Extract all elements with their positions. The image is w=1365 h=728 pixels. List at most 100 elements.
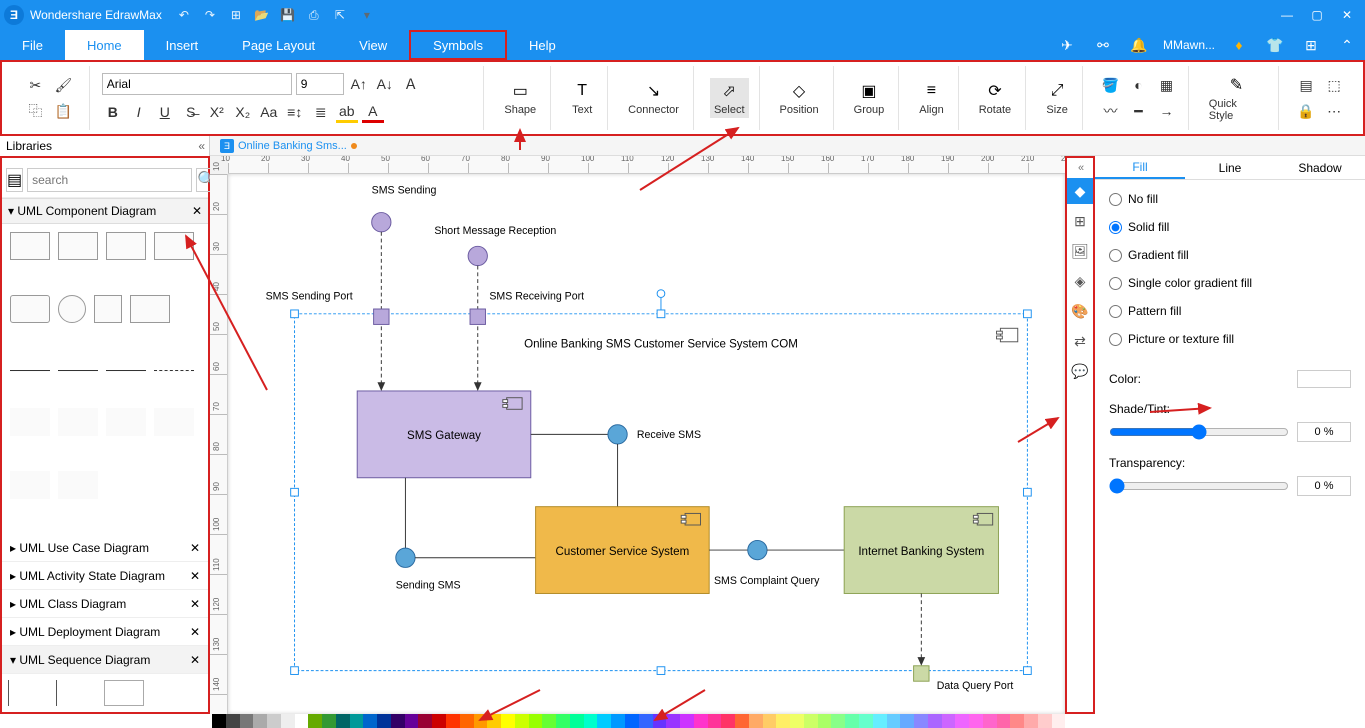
notification-icon[interactable]: 🔔 [1127,37,1151,54]
library-category[interactable]: ▾ UML Sequence Diagram✕ [2,646,208,674]
shape-thumb[interactable] [8,680,48,706]
color-swatch[interactable] [900,714,914,728]
library-category-open[interactable]: ▾ UML Component Diagram ✕ [2,198,208,224]
fill-option-picture[interactable]: Picture or texture fill [1109,332,1351,346]
color-swatch[interactable] [556,714,570,728]
shape-thumb[interactable] [104,680,144,706]
shape-thumb[interactable] [10,471,50,499]
color-swatch[interactable] [529,714,543,728]
collapse-libraries-icon[interactable]: « [198,139,203,153]
shade-slider[interactable] [1109,424,1289,440]
color-swatch[interactable] [721,714,735,728]
color-swatch[interactable] [763,714,777,728]
color-swatch[interactable] [487,714,501,728]
library-category[interactable]: ▸ UML Use Case Diagram✕ [2,534,208,562]
color-swatch[interactable] [887,714,901,728]
color-swatch[interactable] [680,714,694,728]
shade-value-input[interactable] [1297,422,1351,442]
color-swatch[interactable] [666,714,680,728]
color-swatch[interactable] [597,714,611,728]
color-swatch[interactable] [377,714,391,728]
color-swatch[interactable] [501,714,515,728]
color-swatch[interactable] [818,714,832,728]
color-swatch[interactable] [212,714,226,728]
color-swatch[interactable] [694,714,708,728]
strip-grid-icon[interactable]: ⊞ [1067,208,1093,234]
menu-help[interactable]: Help [507,30,578,60]
color-swatch[interactable] [515,714,529,728]
color-swatch[interactable] [391,714,405,728]
apps-icon[interactable]: ⊞ [1299,37,1323,54]
color-swatch[interactable] [446,714,460,728]
font-select[interactable] [102,73,292,95]
document-tab[interactable]: Ǝ Online Banking Sms... [212,139,365,153]
color-swatch[interactable] [432,714,446,728]
expand-right-icon[interactable]: « [1078,162,1082,174]
maximize-button[interactable]: ▢ [1311,8,1323,22]
bold-icon[interactable]: B [102,101,124,123]
undo-icon[interactable]: ↶ [176,7,192,23]
color-swatch[interactable] [928,714,942,728]
color-swatch[interactable] [1052,714,1066,728]
shrink-font-icon[interactable]: A↓ [374,73,396,95]
color-swatch[interactable] [859,714,873,728]
close-category-icon[interactable]: ✕ [192,204,202,218]
menu-view[interactable]: View [337,30,409,60]
print-icon[interactable]: ⎙ [306,7,322,23]
open-icon[interactable]: 📂 [254,7,270,23]
grow-font-icon[interactable]: A↑ [348,73,370,95]
color-swatch[interactable] [1297,370,1351,388]
menu-file[interactable]: File [0,30,65,60]
library-filter-icon[interactable]: ▤ [6,168,23,192]
shape-thumb[interactable] [154,232,194,260]
export-icon[interactable]: ⇱ [332,7,348,23]
color-swatch[interactable] [983,714,997,728]
library-search-input[interactable] [27,168,192,192]
shape-thumb[interactable] [10,408,50,436]
strip-image-icon[interactable]: 🖼 [1067,238,1093,264]
fill-color-icon[interactable]: 🪣 [1099,74,1121,96]
shape-thumb[interactable] [106,370,146,372]
fill-option-none[interactable]: No fill [1109,192,1351,206]
color-swatch[interactable] [845,714,859,728]
text-button[interactable]: TText [567,78,597,118]
shape-thumb[interactable] [130,295,170,323]
color-swatch[interactable] [708,714,722,728]
color-swatch[interactable] [322,714,336,728]
color-swatch[interactable] [873,714,887,728]
new-icon[interactable]: ⊞ [228,7,244,23]
menu-symbols[interactable]: Symbols [409,30,507,60]
color-swatch[interactable] [295,714,309,728]
minimize-button[interactable]: — [1281,8,1293,22]
collapse-ribbon-icon[interactable]: ⌃ [1335,37,1359,54]
color-swatch[interactable] [584,714,598,728]
color-swatch[interactable] [790,714,804,728]
color-swatch[interactable] [226,714,240,728]
more-icon[interactable]: ⋯ [1323,100,1345,122]
font-color-icon[interactable]: A [362,101,384,123]
user-label[interactable]: MMawn... [1163,38,1215,52]
underline-icon[interactable]: U [154,101,176,123]
line-color-icon[interactable]: 〰 [1099,100,1121,122]
bullets-icon[interactable]: ≣ [310,101,332,123]
shape-thumb[interactable] [10,232,50,260]
theme-color-icon[interactable]: ▦ [1155,74,1177,96]
shape-thumb[interactable] [58,408,98,436]
color-swatch[interactable] [1010,714,1024,728]
shape-thumb[interactable] [58,471,98,499]
color-swatch[interactable] [474,714,488,728]
position-button[interactable]: ◇Position [776,78,823,118]
color-swatch[interactable] [969,714,983,728]
canvas-area[interactable]: 1020304050607080901001101201301401501601… [210,156,1065,714]
format-painter-icon[interactable]: 🖌 [52,74,74,96]
color-swatch[interactable] [350,714,364,728]
color-swatch[interactable] [776,714,790,728]
color-swatch[interactable] [281,714,295,728]
color-swatch[interactable] [336,714,350,728]
library-category[interactable]: ▸ UML Activity State Diagram✕ [2,562,208,590]
strike-icon[interactable]: S̶ [180,101,202,123]
line-spacing-icon[interactable]: ≡↕ [284,101,306,123]
shape-thumb[interactable] [106,408,146,436]
color-swatch[interactable] [735,714,749,728]
color-swatch[interactable] [997,714,1011,728]
